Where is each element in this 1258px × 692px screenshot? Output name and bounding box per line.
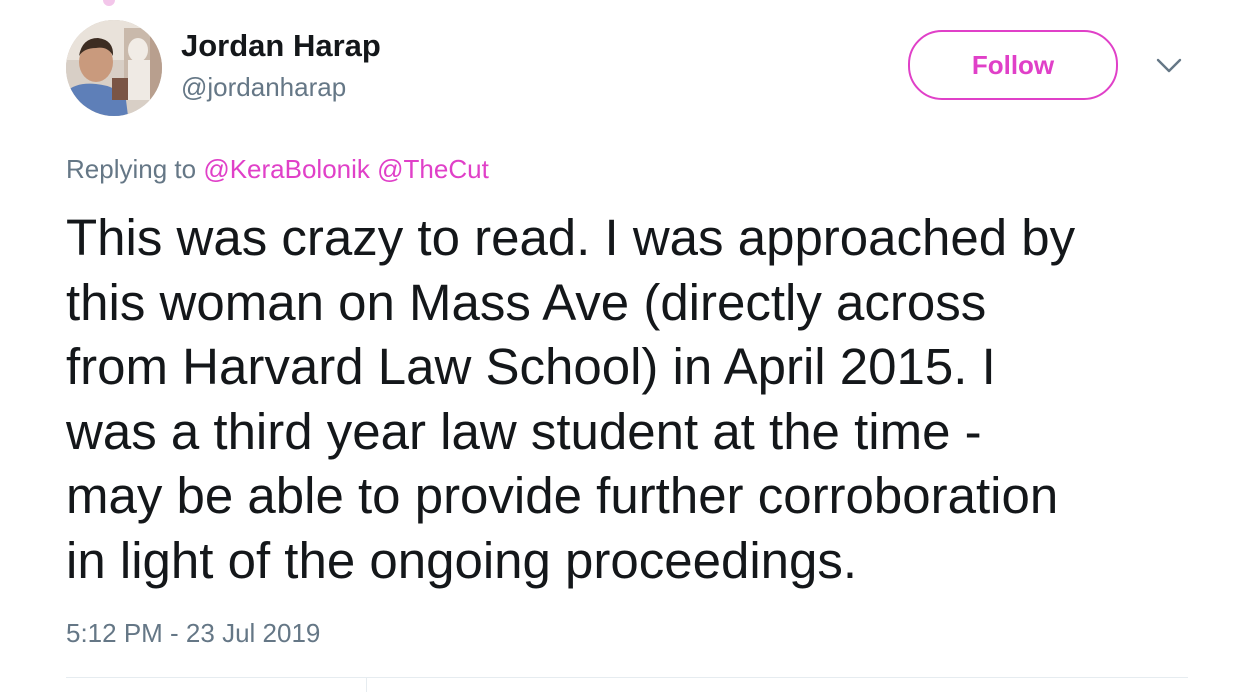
author-display-name[interactable]: Jordan Harap (181, 28, 381, 64)
tweet-timestamp[interactable]: 5:12 PM - 23 Jul 2019 (66, 618, 320, 648)
follow-button[interactable]: Follow (908, 30, 1118, 100)
decorative-dot (103, 0, 115, 6)
mention-link-thecut[interactable]: @TheCut (377, 154, 489, 184)
avatar[interactable] (66, 20, 162, 116)
profile-photo-icon (66, 20, 162, 116)
mention-link-kerabolonik[interactable]: @KeraBolonik (203, 154, 370, 184)
stats-divider (366, 677, 367, 692)
replying-to-prefix: Replying to (66, 154, 197, 184)
author-handle[interactable]: @jordanharap (181, 72, 346, 102)
replying-to-line: Replying to @KeraBolonik @TheCut (66, 154, 489, 184)
tweet-text: This was crazy to read. I was approached… (66, 209, 1076, 589)
chevron-down-icon[interactable] (1152, 54, 1186, 78)
tweet-card: Jordan Harap @jordanharap Follow Replyin… (0, 0, 1258, 692)
divider (66, 677, 1188, 678)
